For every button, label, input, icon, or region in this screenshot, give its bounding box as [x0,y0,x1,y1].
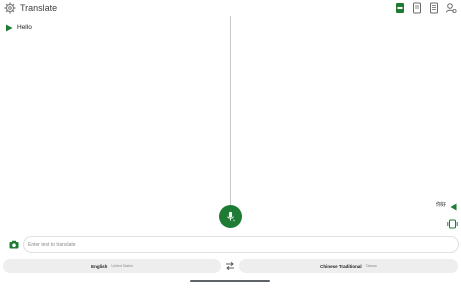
swap-languages-icon[interactable] [225,261,235,271]
top-bar: Translate [0,0,461,16]
input-area [5,236,459,253]
target-language-selector[interactable]: Chinese Traditional Taiwan [239,259,458,273]
notes-icon[interactable] [428,2,440,14]
fullscreen-icon[interactable] [447,219,458,229]
play-source-icon[interactable] [5,24,13,32]
text-input[interactable] [28,237,448,252]
source-text-row: Hello [5,23,32,33]
target-language-name: Chinese Traditional [320,263,362,269]
home-indicator[interactable] [190,280,270,282]
microphone-button[interactable] [219,205,242,228]
text-input-box [23,236,459,253]
source-language-name: English [91,263,108,269]
profile-icon[interactable] [445,2,457,14]
source-language-region: United States [111,264,133,268]
phrasebook-icon[interactable] [394,2,406,14]
target-language-region: Taiwan [365,264,377,268]
play-target-icon[interactable] [450,203,457,211]
target-text: 你好 [435,202,446,208]
source-text: Hello [17,24,32,31]
app-title: Translate [20,3,58,13]
gear-icon[interactable] [4,2,16,14]
camera-icon [9,240,18,249]
pane-divider [230,16,231,206]
microphone-icon [227,211,235,222]
history-icon[interactable] [411,2,423,14]
source-language-selector[interactable]: English United States [3,259,221,273]
camera-button[interactable] [5,236,22,253]
